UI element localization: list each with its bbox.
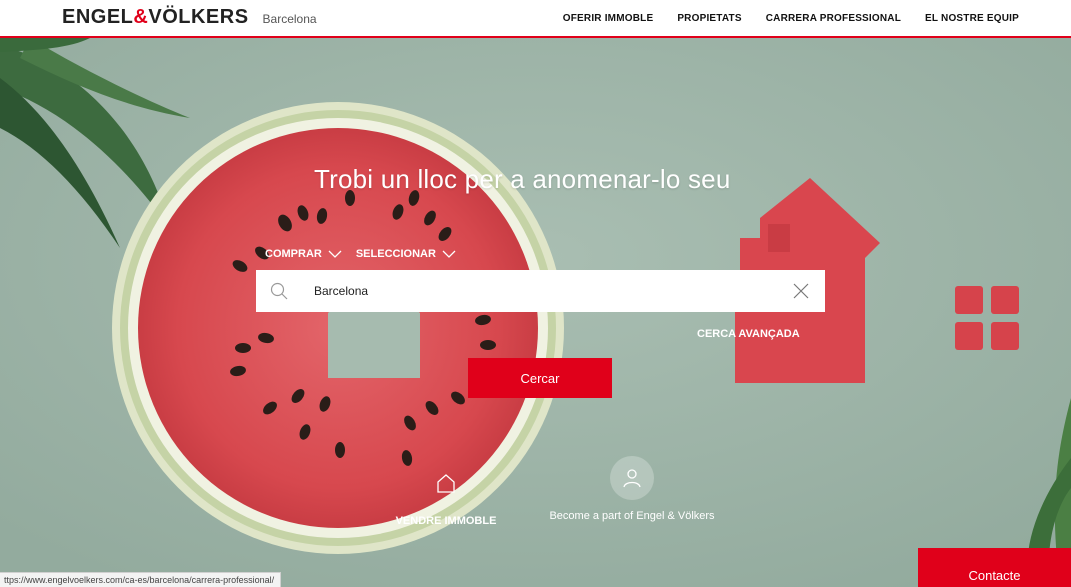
nav-item-our-team[interactable]: EL NOSTRE EQUIP (925, 13, 1019, 24)
person-icon-wrap (610, 456, 654, 500)
search-button[interactable]: Cercar (468, 358, 612, 398)
brand-name-part2: VÖLKERS (148, 6, 249, 28)
chevron-down-icon (442, 250, 456, 258)
join-team-action[interactable]: Become a part of Engel & Völkers (548, 456, 716, 523)
house-icon-wrap (424, 461, 468, 505)
property-type-label: SELECCIONAR (355, 248, 436, 260)
nav-item-sell-property[interactable]: OFERIR IMMOBLE (563, 13, 654, 24)
contact-button[interactable]: Contacte (918, 548, 1071, 587)
search-icon (270, 282, 288, 300)
hero-headline: Trobi un lloc per a anomenar-lo seu (314, 164, 731, 194)
join-team-label: Become a part of Engel & Völkers (549, 510, 715, 522)
brand-name-part1: ENGEL (62, 6, 134, 28)
browser-status-bar: ttps://www.engelvoelkers.com/ca-es/barce… (0, 572, 282, 587)
property-type-dropdown[interactable]: SELECCIONAR (356, 248, 456, 260)
brand-ampersand: & (133, 6, 149, 28)
nav-item-career[interactable]: CARRERA PROFESSIONAL (766, 13, 901, 24)
main-nav: OFERIR IMMOBLE PROPIETATS CARRERA PROFES… (563, 13, 1019, 24)
brand-city: Barcelona (262, 12, 317, 26)
chevron-down-icon (328, 250, 342, 258)
transaction-type-dropdown[interactable]: COMPRAR (265, 248, 342, 260)
search-filters: COMPRAR SELECCIONAR (265, 248, 456, 260)
brand[interactable]: ENGEL & VÖLKERS Barcelona (62, 6, 317, 29)
advanced-search-link[interactable]: CERCA AVANÇADA (697, 328, 800, 340)
location-search-box (256, 270, 825, 312)
transaction-type-label: COMPRAR (265, 248, 322, 260)
house-icon (437, 474, 455, 493)
close-icon[interactable] (793, 283, 809, 299)
brand-logo[interactable]: ENGEL & VÖLKERS (62, 6, 249, 29)
location-search-input[interactable] (312, 281, 712, 301)
sell-property-action[interactable]: VENDRE IMMOBLE (380, 461, 512, 528)
sell-property-label: VENDRE IMMOBLE (395, 515, 497, 527)
hero-section: Trobi un lloc per a anomenar-lo seu COMP… (0, 38, 1071, 587)
site-header: ENGEL & VÖLKERS Barcelona OFERIR IMMOBLE P… (0, 0, 1071, 38)
hero-background-image (0, 38, 1071, 587)
person-icon (623, 469, 641, 488)
nav-item-properties[interactable]: PROPIETATS (677, 13, 741, 24)
